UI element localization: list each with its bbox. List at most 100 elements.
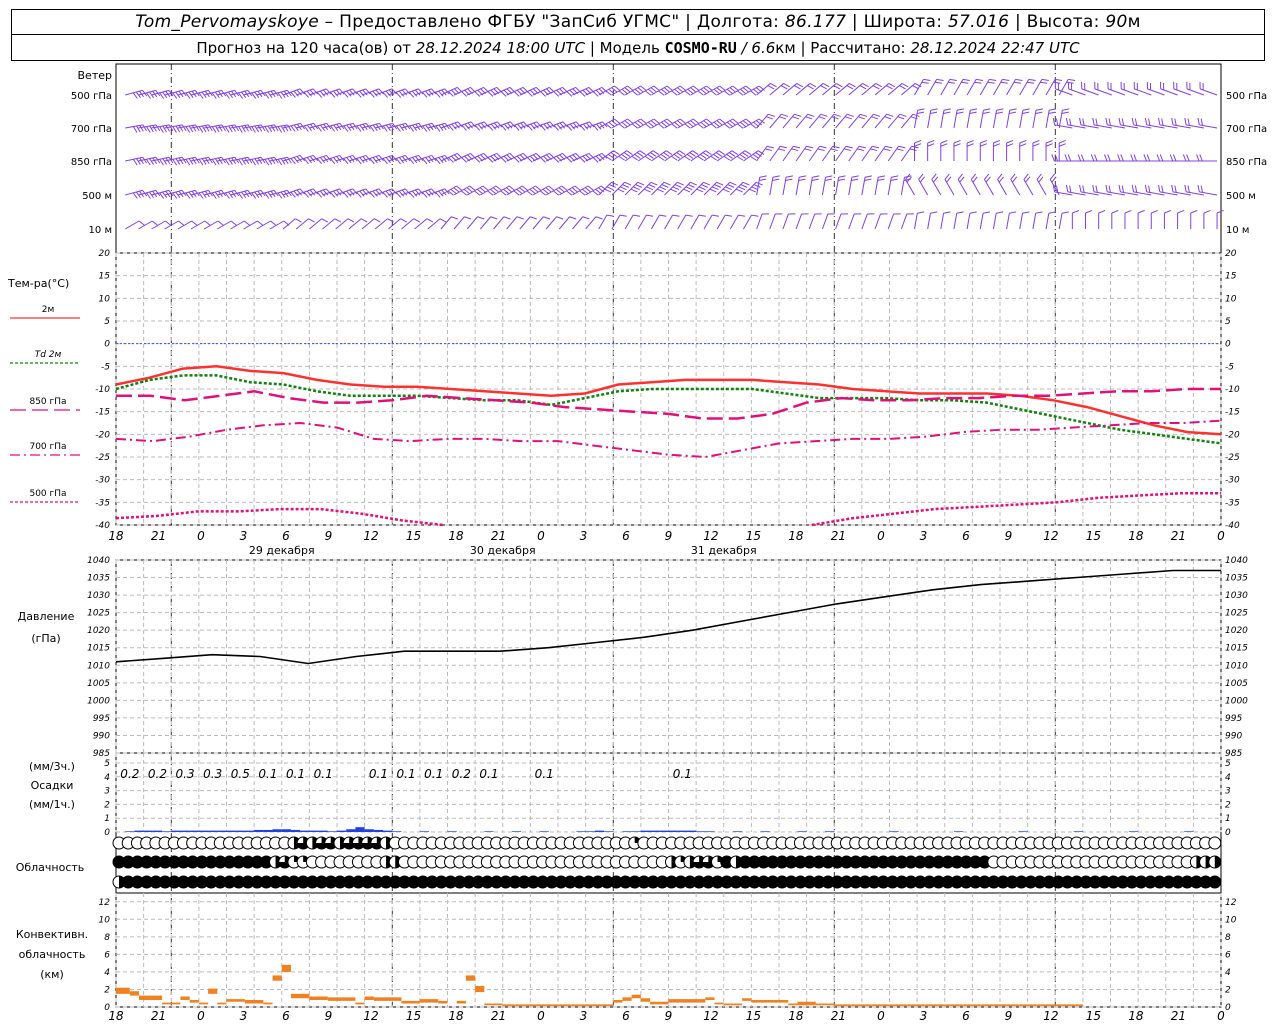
wind-barb-flag xyxy=(1199,154,1203,162)
precip-subtitle-3h: (мм/3ч.) xyxy=(29,760,75,773)
wind-barb-flag xyxy=(830,148,838,152)
wind-barb-flag xyxy=(1035,111,1043,114)
conv-cloud-bar xyxy=(475,985,485,993)
wind-barb-flag xyxy=(1011,176,1018,183)
wind-barb-flag xyxy=(713,153,720,159)
wind-barb-flag xyxy=(657,155,665,161)
wind-barb-flag xyxy=(464,123,470,130)
precip-bar xyxy=(281,829,291,832)
wind-barb-flag xyxy=(706,118,713,124)
precip-bar xyxy=(383,830,393,832)
wind-barb-flag xyxy=(943,111,951,114)
wind-barb-staff xyxy=(795,213,803,230)
wind-barb-flag xyxy=(633,186,640,191)
wind-barb-flag xyxy=(613,150,620,155)
wind-barb-flag xyxy=(369,191,375,198)
wind-barb-flag xyxy=(807,85,814,90)
wind-barb-flag xyxy=(408,91,415,98)
wind-barb-flag xyxy=(646,214,654,217)
wind-barb-flag xyxy=(764,148,773,152)
conv-cloud-bar xyxy=(640,998,651,1002)
day-label: 29 декабря xyxy=(249,544,315,557)
precip-ytick-right: 3 xyxy=(1225,787,1231,797)
wind-barb-flag xyxy=(1082,185,1085,193)
wind-barb-staff xyxy=(782,113,795,129)
wind-barb-flag xyxy=(742,152,749,157)
wind-barb-staff xyxy=(848,113,861,129)
wind-barb-flag xyxy=(927,143,935,147)
wind-barb-flag xyxy=(369,91,375,98)
time-tick-label-mid: 18 xyxy=(448,529,464,543)
wind-barb-flag xyxy=(722,188,730,193)
wind-barb-staff xyxy=(821,213,829,230)
wind-barb-flag xyxy=(961,81,969,84)
wind-barb-flag xyxy=(738,214,746,217)
wind-barb-flag xyxy=(718,150,725,155)
time-tick-label-bottom: 15 xyxy=(1086,1009,1101,1023)
wind-barb-flag xyxy=(218,125,223,132)
conv-ytick-right: 12 xyxy=(1225,898,1237,908)
wind-barb-flag xyxy=(492,187,499,193)
wind-barb-flag xyxy=(1124,209,1132,214)
wind-barb-flag xyxy=(758,85,765,91)
wind-barb-flag xyxy=(553,190,560,196)
wind-barb-flag xyxy=(711,186,719,191)
wind-barb-flag xyxy=(411,90,418,97)
wind-barb-staff xyxy=(1045,79,1056,96)
wind-barb-flag xyxy=(1048,211,1056,214)
wind-barb-staff xyxy=(940,79,951,96)
wind-barb-staff xyxy=(835,113,848,129)
wind-barb-flag xyxy=(993,143,1001,147)
wind-barb-staff xyxy=(598,181,612,196)
wind-barb-flag xyxy=(343,158,349,165)
wind-barb-flag xyxy=(290,91,296,98)
wind-barb-flag xyxy=(1187,185,1190,193)
wind-barb-flag xyxy=(556,123,562,130)
wind-barb-flag xyxy=(624,181,632,186)
temp-ytick-left: 0 xyxy=(104,340,110,350)
wind-barb-flag xyxy=(264,159,270,166)
wind-barb-flag xyxy=(385,190,391,197)
wind-barb-flag xyxy=(172,126,177,133)
time-tick-label-mid: 3 xyxy=(240,529,248,543)
wind-barb-flag xyxy=(1131,184,1135,192)
wind-barb-flag xyxy=(793,145,801,149)
precip-bar xyxy=(309,830,319,832)
pres-ytick-right: 1025 xyxy=(1225,609,1248,619)
time-tick-label-mid: 15 xyxy=(1086,529,1101,543)
wind-barb-staff xyxy=(769,113,782,129)
wind-barb-staff xyxy=(808,145,820,162)
wind-barb-staff xyxy=(887,177,892,196)
wind-barb-flag xyxy=(634,121,641,128)
pres-ytick-left: 995 xyxy=(93,714,110,724)
conv-cloud-bar xyxy=(244,999,264,1004)
wind-barb-staff xyxy=(782,83,798,96)
wind-barb-flag xyxy=(689,152,696,157)
wind-barb-flag xyxy=(1184,184,1187,192)
wind-barb-flag xyxy=(487,190,494,196)
wind-barb-flag xyxy=(1171,184,1174,192)
wind-barb-flag xyxy=(687,121,694,128)
wind-barb-flag xyxy=(648,184,656,188)
wind-barb-staff xyxy=(927,213,931,230)
wind-barb-flag xyxy=(500,91,507,97)
wind-barb-flag xyxy=(566,157,573,163)
precip-bar xyxy=(511,831,522,832)
wind-barb-flag xyxy=(679,150,686,155)
wind-barb-flag xyxy=(582,216,590,220)
wind-barb-flag xyxy=(677,120,684,126)
wind-barb-flag xyxy=(652,150,660,155)
wind-barb-flag xyxy=(779,145,788,149)
time-tick-label-mid: 9 xyxy=(325,529,333,543)
wind-barb-flag xyxy=(566,91,573,97)
wind-barb-flag xyxy=(709,188,717,193)
wind-barb-flag xyxy=(737,90,744,96)
wind-barb-flag xyxy=(831,116,839,120)
wind-barb-flag xyxy=(132,192,138,199)
wind-barb-flag xyxy=(579,157,586,163)
wind-barb-flag xyxy=(395,91,402,98)
wind-barb-flag xyxy=(765,116,773,120)
wind-barb-flag xyxy=(1187,118,1190,126)
wind-barb-flag xyxy=(587,185,594,191)
wind-barb-flag xyxy=(799,175,807,178)
